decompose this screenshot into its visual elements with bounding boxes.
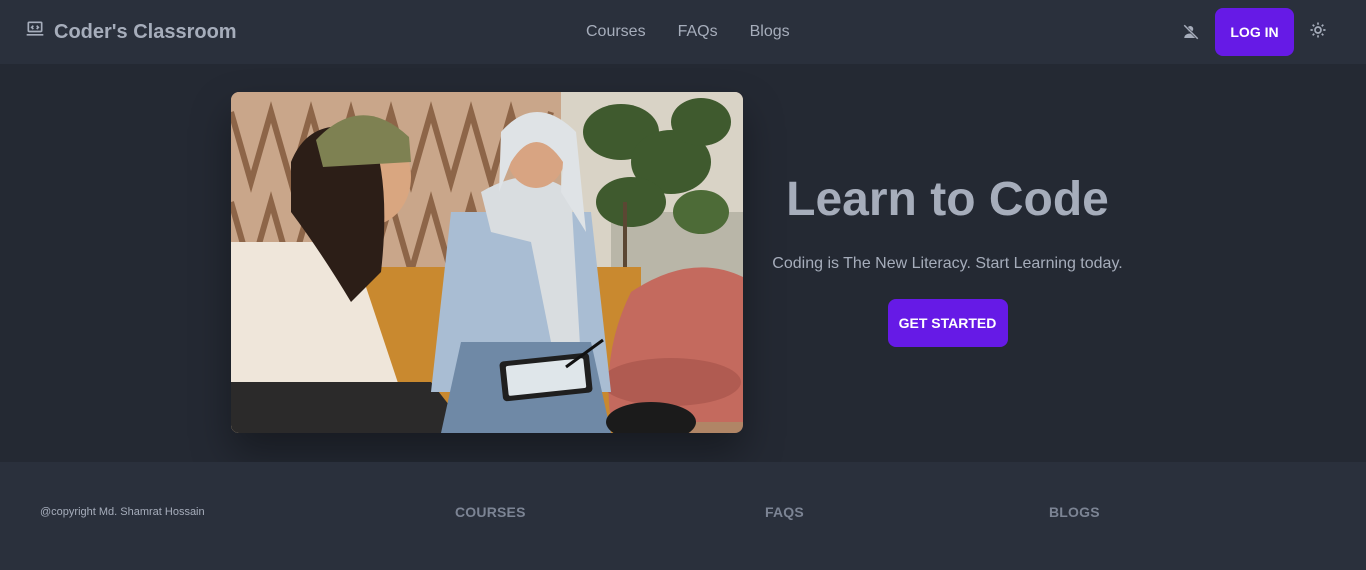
hero-subtitle: Coding is The New Literacy. Start Learni…: [772, 254, 1123, 272]
hero-section: Learn to Code Coding is The New Literacy…: [0, 64, 1366, 462]
main-nav: Courses FAQs Blogs: [570, 0, 806, 64]
laptop-code-icon: [25, 19, 45, 45]
hero-title: Learn to Code: [786, 173, 1109, 226]
navbar: Coder's Classroom Courses FAQs Blogs LOG…: [0, 0, 1366, 64]
hero-content: Learn to Code Coding is The New Literacy…: [760, 173, 1135, 347]
footer-link-courses[interactable]: COURSES: [455, 504, 526, 520]
brand-name: Coder's Classroom: [54, 20, 237, 43]
nav-link-faqs[interactable]: FAQs: [662, 15, 734, 49]
hero-photo: [231, 92, 743, 433]
nav-link-blogs[interactable]: Blogs: [734, 15, 806, 49]
nav-link-courses[interactable]: Courses: [570, 15, 662, 49]
sun-icon[interactable]: [1294, 6, 1342, 54]
get-started-button[interactable]: GET STARTED: [887, 298, 1008, 347]
footer-link-blogs[interactable]: BLOGS: [1049, 504, 1100, 520]
copyright-text: @copyright Md. Shamrat Hossain: [40, 506, 205, 518]
login-button[interactable]: LOG IN: [1215, 8, 1294, 56]
user-slash-icon[interactable]: [1167, 8, 1215, 56]
footer-link-faqs[interactable]: FAQS: [765, 504, 804, 520]
footer: @copyright Md. Shamrat Hossain COURSES F…: [0, 462, 1366, 570]
brand-link[interactable]: Coder's Classroom: [25, 0, 237, 64]
